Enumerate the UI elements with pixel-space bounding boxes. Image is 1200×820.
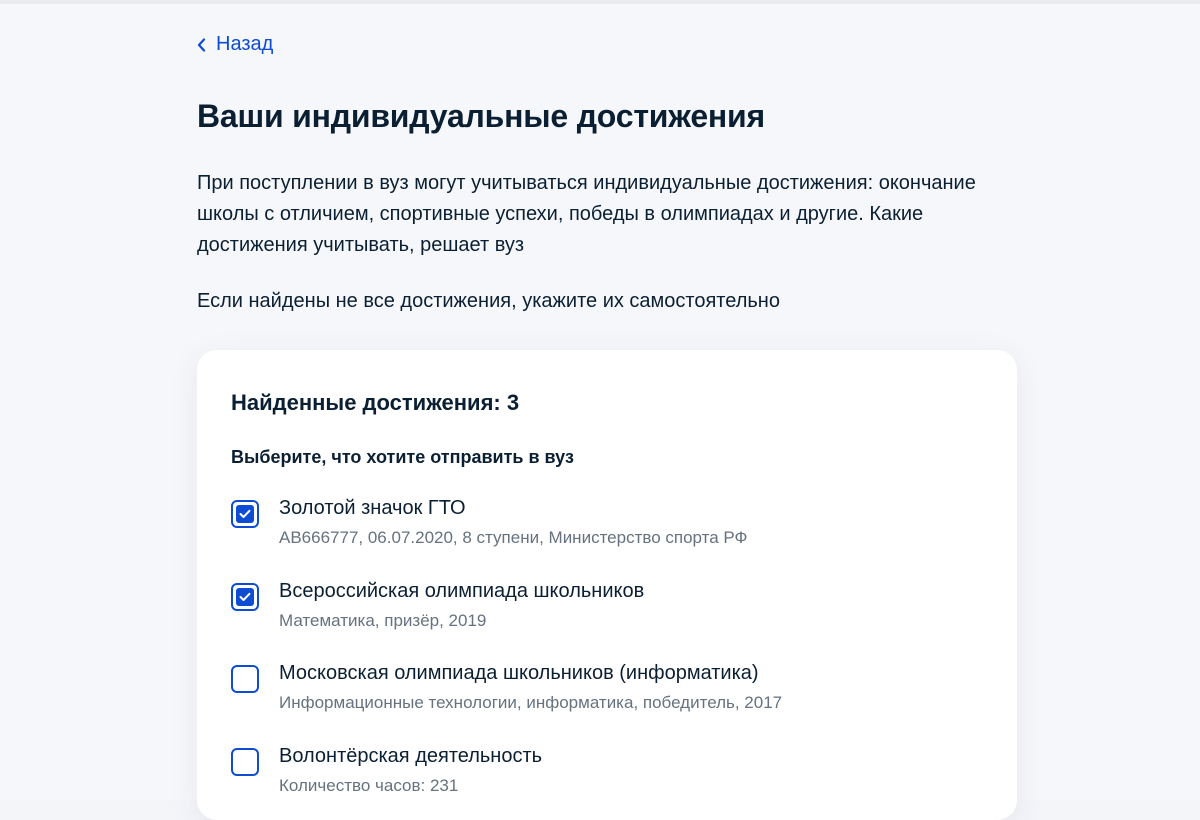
achievement-title: Всероссийская олимпиада школьников	[279, 580, 645, 602]
checkbox-fill	[236, 588, 254, 606]
hint-text: Если найдены не все достижения, укажите …	[197, 290, 780, 312]
achievement-description: Количество часов: 231	[279, 776, 459, 795]
achievement-text: Московская олимпиада школьников (информа…	[279, 660, 782, 715]
achievement-description: Информационные технологии, информатика, …	[279, 693, 783, 712]
top-header-edge	[0, 0, 1200, 4]
achievement-text: Золотой значок ГТО АВ666777, 06.07.2020,…	[279, 495, 747, 550]
back-link[interactable]: Назад	[197, 33, 273, 56]
achievement-text: Волонтёрская деятельность Количество час…	[279, 743, 542, 798]
intro-text: При поступлении в вуз могут учитываться …	[197, 172, 976, 256]
checkmark-icon	[239, 592, 251, 601]
checkbox-fill	[236, 505, 254, 523]
achievement-title: Волонтёрская деятельность	[279, 745, 543, 767]
checkmark-icon	[239, 509, 251, 518]
achievements-card: Найденные достижения: 3 Выберите, что хо…	[197, 350, 1017, 820]
achievement-item-gto[interactable]: Золотой значок ГТО АВ666777, 06.07.2020,…	[231, 495, 747, 550]
back-link-label[interactable]: Назад	[216, 33, 273, 56]
page-title: Ваши индивидуальные достижения	[197, 98, 766, 134]
achievement-item-volunteer[interactable]: Волонтёрская деятельность Количество час…	[231, 743, 542, 798]
achievement-checkbox-checked[interactable]	[231, 583, 259, 611]
achievement-text: Всероссийская олимпиада школьников Матем…	[279, 578, 644, 633]
card-title: Найденные достижения: 3	[231, 390, 520, 415]
chevron-left-icon	[197, 37, 206, 52]
achievement-checkbox-checked[interactable]	[231, 500, 259, 528]
achievement-checkbox-unchecked[interactable]	[231, 748, 259, 776]
achievement-description: АВ666777, 06.07.2020, 8 ступени, Министе…	[279, 528, 748, 547]
achievement-checkbox-unchecked[interactable]	[231, 665, 259, 693]
card-subtitle: Выберите, что хотите отправить в вуз	[231, 447, 574, 467]
achievement-item-vsosh[interactable]: Всероссийская олимпиада школьников Матем…	[231, 578, 644, 633]
achievement-title: Золотой значок ГТО	[279, 497, 466, 519]
achievement-title: Московская олимпиада школьников (информа…	[279, 662, 759, 684]
achievement-item-mosh[interactable]: Московская олимпиада школьников (информа…	[231, 660, 782, 715]
achievement-description: Математика, призёр, 2019	[279, 611, 487, 630]
